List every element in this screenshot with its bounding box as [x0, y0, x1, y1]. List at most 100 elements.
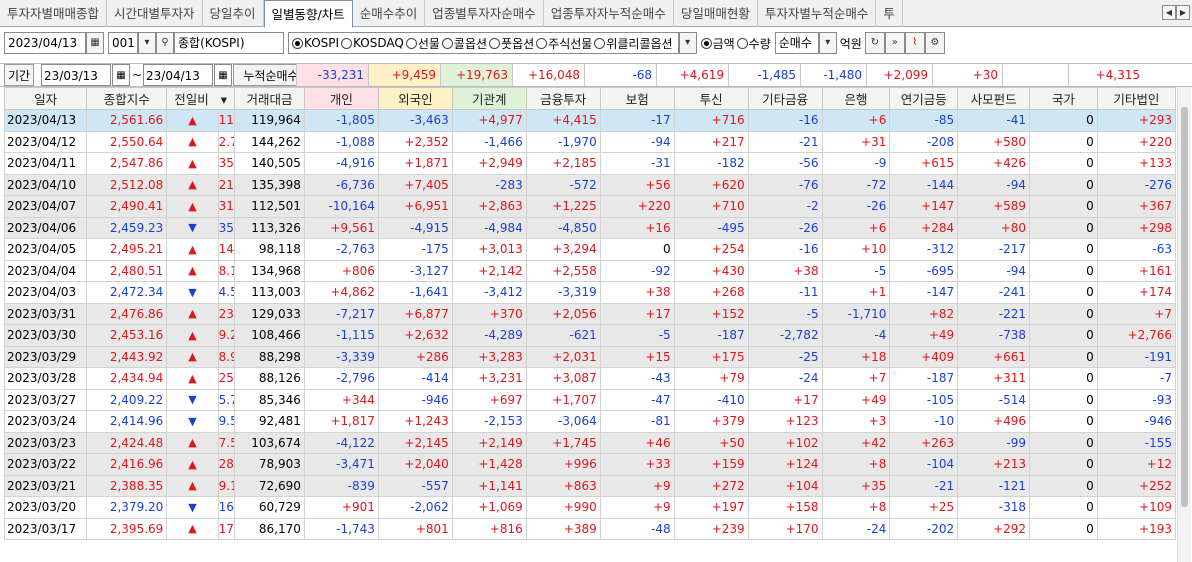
table-row[interactable]: 2023/04/112,547.86▲35.78140,505-4,916+1,…	[3, 152, 1177, 175]
vertical-scrollbar[interactable]	[1177, 87, 1191, 562]
market-radio-6[interactable]: 위클리콜옵션	[594, 35, 673, 52]
market-radio-4[interactable]: 풋옵션	[489, 35, 534, 52]
table-row[interactable]: 2023/03/282,434.94▲25.7288,126-2,796-414…	[3, 367, 1177, 390]
cell-보험: -43	[599, 367, 675, 390]
cell-투신: +254	[673, 238, 749, 261]
tab-4[interactable]: 순매수추이	[353, 0, 426, 27]
cell-기타금융: -76	[747, 173, 823, 196]
table-row[interactable]: 2023/04/042,480.51▲8.17134,968+806-3,127…	[3, 259, 1177, 282]
tab-0[interactable]: 투자자별매매종합	[0, 0, 108, 27]
cell-일자: 2023/03/29	[3, 345, 88, 368]
market-radio-3[interactable]: 콜옵션	[441, 35, 487, 52]
unit-radio-1[interactable]: 수량	[736, 35, 771, 52]
cell-기타금융: +158	[747, 496, 823, 519]
cell-국가: 0	[1029, 216, 1098, 239]
cell-종합지수: 2,379.20	[86, 496, 168, 519]
cell-금융투자: +389	[525, 517, 601, 540]
next-icon[interactable]: »	[884, 32, 905, 54]
market-radio-2[interactable]: 선물	[405, 35, 440, 52]
dropdown-icon[interactable]: ▾	[138, 32, 156, 54]
tab-2[interactable]: 당일추이	[203, 0, 264, 27]
table-row[interactable]: 2023/04/122,550.64▲2.78144,262-1,088+2,3…	[3, 130, 1177, 153]
cell-개인: -3,339	[303, 345, 379, 368]
table-row[interactable]: 2023/03/202,379.20▼16.4960,729+901-2,062…	[3, 496, 1177, 519]
tab-5[interactable]: 업종별투자자순매수	[425, 0, 544, 27]
cell-국가: 0	[1029, 453, 1098, 476]
search-icon[interactable]: ⚲	[156, 32, 174, 54]
column-header[interactable]: 전일비 ▾	[166, 87, 236, 110]
settings-icon[interactable]: ⚙	[924, 32, 945, 54]
tab-scroll-right-icon[interactable]: ▶	[1176, 5, 1190, 20]
radio-dot	[594, 37, 606, 49]
period-from-input[interactable]: 23/03/13	[41, 64, 111, 86]
cell-일자: 2023/03/23	[3, 431, 88, 454]
date-input[interactable]: 2023/04/13	[4, 32, 86, 54]
market-radio-0[interactable]: KOSPI	[292, 36, 339, 50]
cell-은행: +10	[821, 238, 891, 261]
scrollbar-thumb[interactable]	[1181, 107, 1188, 507]
mode-dropdown-icon[interactable]: ▾	[818, 32, 837, 54]
cell-거래대금: 103,674	[234, 431, 305, 454]
cell-은행: +42	[821, 431, 891, 454]
cell-금융투자: -3,319	[525, 281, 601, 304]
table-row[interactable]: 2023/03/242,414.96▼9.5292,481+1,817+1,24…	[3, 410, 1177, 433]
table-row[interactable]: 2023/03/232,424.48▲7.52103,674-4,122+2,1…	[3, 431, 1177, 454]
cell-사모펀드: -94	[957, 259, 1031, 282]
market-radio-1[interactable]: KOSDAQ	[341, 36, 404, 50]
cell-일자: 2023/04/06	[3, 216, 88, 239]
table-row[interactable]: 2023/04/062,459.23▼35.98113,326+9,561-4,…	[3, 216, 1177, 239]
cell-투신: +430	[673, 259, 749, 282]
cell-금융투자: +1,225	[525, 195, 601, 218]
cell-금융투자: +996	[525, 453, 601, 476]
table-row[interactable]: 2023/03/272,409.22▼5.7485,346+344-946+69…	[3, 388, 1177, 411]
table-row[interactable]: 2023/04/072,490.41▲31.18112,501-10,164+6…	[3, 195, 1177, 218]
tab-9[interactable]: 투	[876, 0, 903, 27]
change-value: 17.78	[217, 517, 236, 540]
table-row[interactable]: 2023/03/222,416.96▲28.6178,903-3,471+2,0…	[3, 453, 1177, 476]
up-arrow-icon: ▲	[166, 109, 219, 132]
chart-icon[interactable]: ⌇	[904, 32, 925, 54]
cell-기타금융: +104	[747, 474, 823, 497]
cell-보험: -31	[599, 152, 675, 175]
cell-국가: 0	[1029, 517, 1098, 540]
market-dropdown-icon[interactable]: ▾	[678, 32, 697, 54]
tab-scroll-left-icon[interactable]: ◀	[1162, 5, 1176, 20]
cell-종합지수: 2,434.94	[86, 367, 168, 390]
tab-1[interactable]: 시간대별투자자	[107, 0, 203, 27]
tab-8[interactable]: 투자자별누적순매수	[758, 0, 877, 27]
to-calendar-icon[interactable]: ▦	[214, 64, 232, 86]
cell-은행: +31	[821, 130, 891, 153]
calendar-icon[interactable]: ▦	[86, 32, 104, 54]
table-row[interactable]: 2023/04/052,495.21▲14.7098,118-2,763-175…	[3, 238, 1177, 261]
table-row[interactable]: 2023/04/102,512.08▲21.67135,398-6,736+7,…	[3, 173, 1177, 196]
unit-radio-0[interactable]: 금액	[700, 35, 735, 52]
cumulative-value: -1,485	[728, 64, 800, 86]
table-row[interactable]: 2023/03/302,453.16▲9.24108,466-1,115+2,6…	[3, 324, 1177, 347]
cell-연기금등: -695	[889, 259, 959, 282]
table-row[interactable]: 2023/03/312,476.86▲23.70129,033-7,217+6,…	[3, 302, 1177, 325]
change-value: 5.74	[217, 388, 236, 411]
tab-3[interactable]: 일별동향/차트	[263, 0, 353, 28]
sort-dropdown-icon[interactable]: ▾	[217, 92, 227, 107]
radio-label: 주식선물	[548, 36, 593, 51]
cell-기타법인: +252	[1096, 474, 1177, 497]
cell-기타법인: -191	[1096, 345, 1177, 368]
table-row[interactable]: 2023/03/172,395.69▲17.7886,170-1,743+801…	[3, 517, 1177, 540]
cell-외국인: +1,243	[377, 410, 453, 433]
table-row[interactable]: 2023/04/132,561.66▲11.02119,964-1,805-3,…	[3, 109, 1177, 132]
table-row[interactable]: 2023/03/292,443.92▲8.9888,298-3,339+286+…	[3, 345, 1177, 368]
cell-금융투자: -1,970	[525, 130, 601, 153]
cell-보험: +33	[599, 453, 675, 476]
period-to-input[interactable]: 23/04/13	[143, 64, 213, 86]
mode-select[interactable]: 순매수	[774, 32, 819, 54]
table-row[interactable]: 2023/04/032,472.34▼4.52113,003+4,862-1,6…	[3, 281, 1177, 304]
toolbar: 2023/04/13 ▦ 001 ▾ ⚲ 종합(KOSPI) KOSPI KOSD…	[0, 29, 1192, 57]
code-input[interactable]: 001	[108, 32, 138, 54]
tab-7[interactable]: 당일매매현황	[674, 0, 758, 27]
refresh-icon[interactable]: ↻	[864, 32, 885, 54]
cumulative-value: +2,099	[866, 64, 932, 86]
from-calendar-icon[interactable]: ▦	[112, 64, 130, 86]
tab-6[interactable]: 업종투자자누적순매수	[544, 0, 674, 27]
market-radio-5[interactable]: 주식선물	[536, 35, 592, 52]
table-row[interactable]: 2023/03/212,388.35▲9.1572,690-839-557+1,…	[3, 474, 1177, 497]
